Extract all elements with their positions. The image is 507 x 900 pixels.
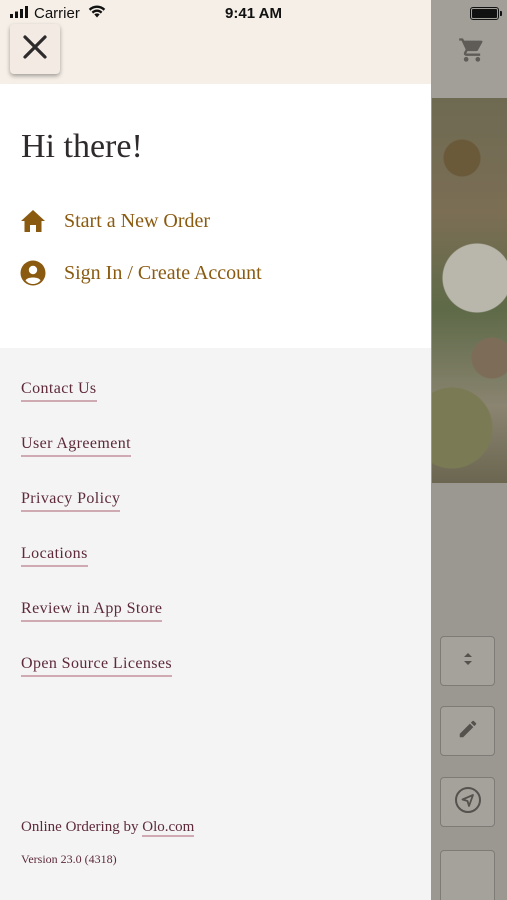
background-location-field[interactable] — [440, 777, 495, 827]
link-privacy-policy[interactable]: Privacy Policy — [21, 490, 121, 512]
version-label: Version 23.0 (4318) — [21, 852, 117, 866]
link-contact-us[interactable]: Contact Us — [21, 380, 97, 402]
link-user-agreement[interactable]: User Agreement — [21, 435, 132, 457]
background-select[interactable] — [440, 636, 495, 686]
home-icon — [20, 208, 46, 234]
link-locations[interactable]: Locations — [21, 545, 88, 567]
close-icon — [22, 34, 48, 65]
link-open-source-licenses[interactable]: Open Source Licenses — [21, 655, 173, 677]
link-review-in-app-store[interactable]: Review in App Store — [21, 600, 163, 622]
footer-prefix: Online Ordering by — [21, 819, 143, 835]
olo-link[interactable]: Olo.com — [142, 819, 195, 837]
food-image — [432, 98, 507, 483]
status-time: 9:41 AM — [225, 5, 282, 22]
menu-item-start-new-order[interactable]: Start a New Order — [20, 208, 210, 234]
menu-item-label: Start a New Order — [64, 209, 211, 232]
close-button[interactable] — [10, 24, 60, 74]
menu-item-sign-in[interactable]: Sign In / Create Account — [20, 260, 262, 286]
menu-item-label: Sign In / Create Account — [64, 261, 262, 284]
sort-icon — [463, 652, 473, 671]
background-field[interactable] — [440, 850, 495, 900]
battery-icon — [470, 7, 502, 20]
footer-credit: Online Ordering by Olo.com — [21, 819, 195, 837]
account-icon — [20, 260, 46, 286]
status-bar: Carrier 9:41 AM — [0, 0, 507, 28]
navigate-icon — [453, 785, 483, 820]
navigation-drawer: Hi there! Start a New Order Sign In / Cr… — [0, 0, 431, 900]
greeting-heading: Hi there! — [21, 128, 143, 165]
background-edit-field[interactable] — [440, 706, 495, 756]
cart-icon[interactable] — [458, 36, 486, 64]
pencil-icon — [457, 718, 479, 745]
